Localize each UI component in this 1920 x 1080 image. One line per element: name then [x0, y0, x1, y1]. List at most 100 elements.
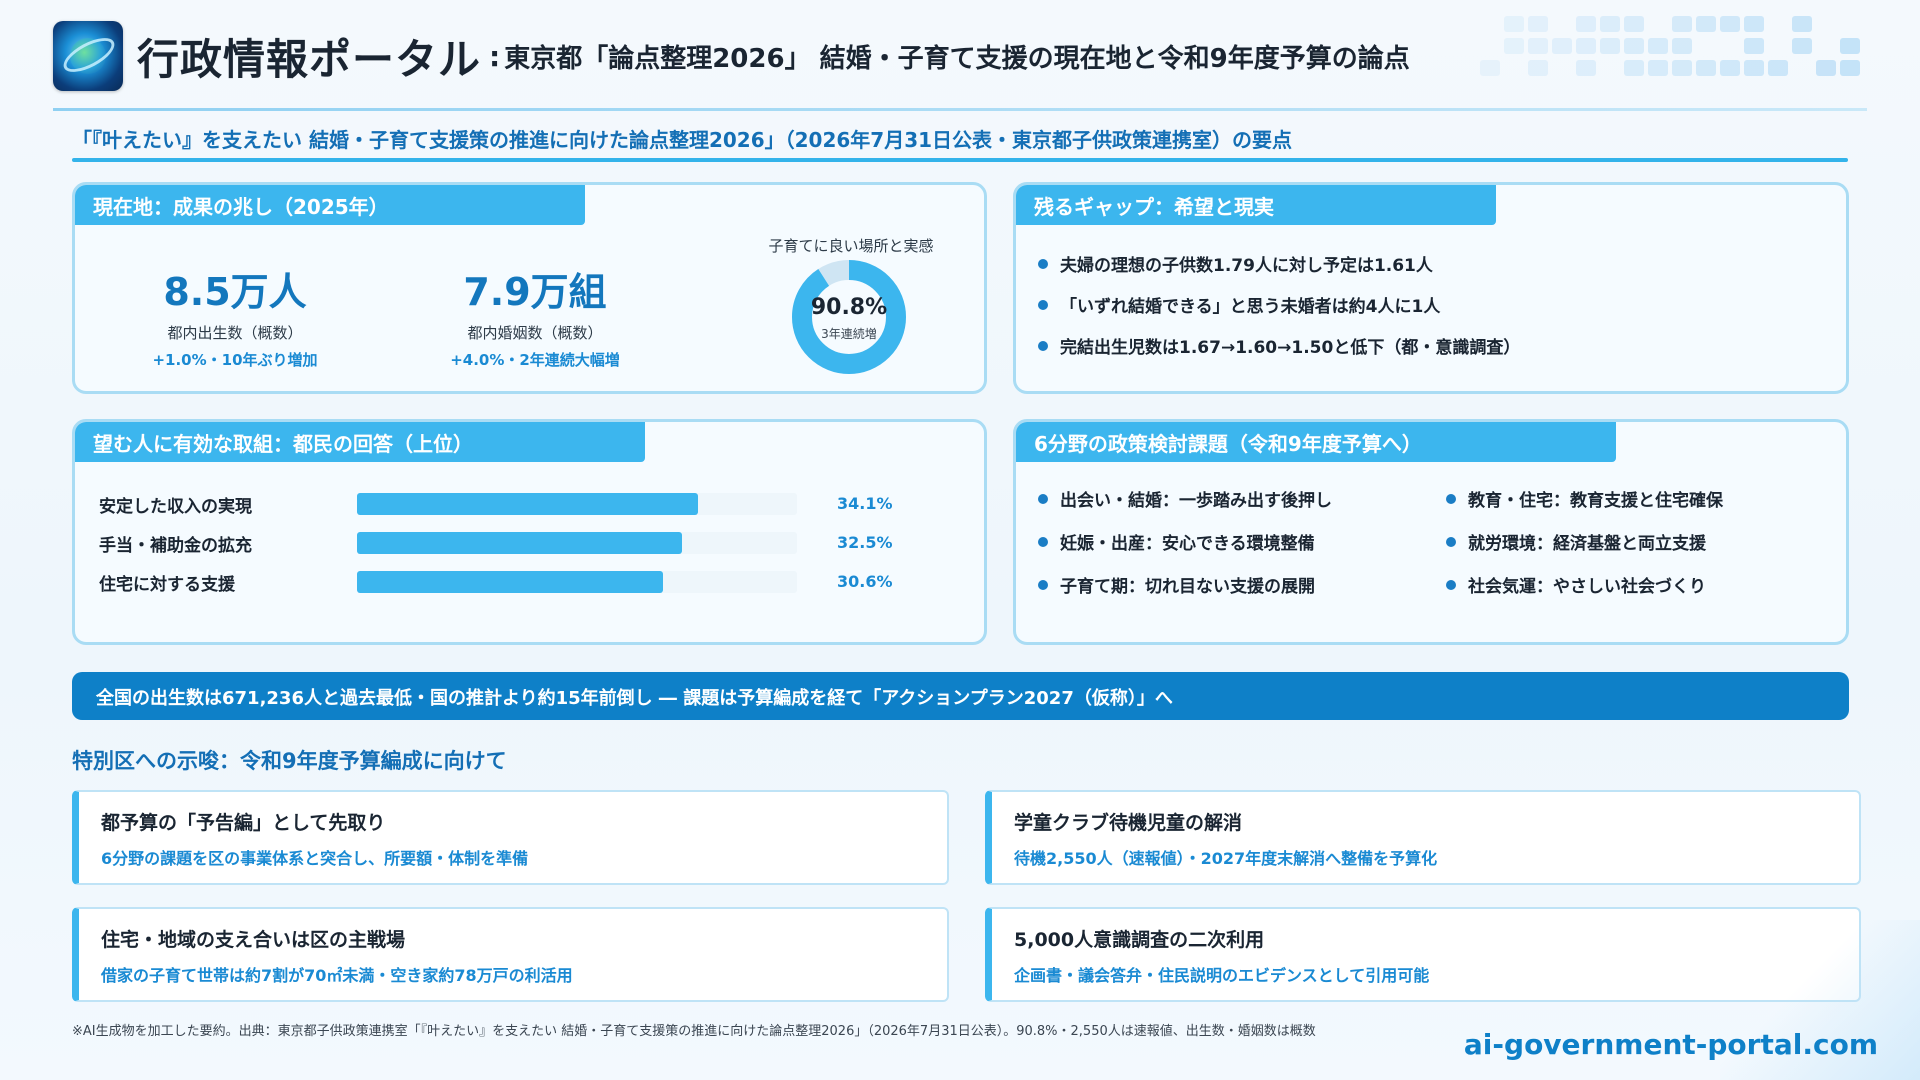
- stat-marriages-value: 7.9万組: [405, 261, 665, 316]
- decorative-tile: [1840, 38, 1860, 54]
- decorative-tile: [1576, 60, 1596, 76]
- policy-list-right: 教育・住宅：教育支援と住宅確保 就労環境：経済基盤と両立支援 社会気運：やさしい…: [1446, 486, 1723, 615]
- bullet-icon: [1038, 494, 1048, 504]
- implication-card: 住宅・地域の支え合いは区の主戦場 借家の子育て世帯は約7割が70㎡未満・空き家約…: [72, 907, 949, 1002]
- bar-track: [357, 571, 797, 593]
- decorative-tile: [1720, 16, 1740, 32]
- list-item: 就労環境：経済基盤と両立支援: [1446, 529, 1723, 554]
- bar-row: 安定した収入の実現 34.1%: [99, 490, 959, 516]
- decorative-tile: [1600, 38, 1620, 54]
- portal-logo-globe-icon[interactable]: [53, 21, 123, 91]
- decorative-tile: [1528, 60, 1548, 76]
- decorative-tile: [1576, 16, 1596, 32]
- implication-detail: 6分野の課題を区の事業体系と突合し、所要額・体制を準備: [101, 845, 925, 869]
- bullet-icon: [1038, 580, 1048, 590]
- remaining-gap-card: 残るギャップ：希望と現実 夫婦の理想の子供数1.79人に対し予定は1.61人 「…: [1013, 182, 1849, 394]
- stat-marriages-label: 都内婚姻数（概数）: [405, 322, 665, 343]
- bar-row: 手当・補助金の拡充 32.5%: [99, 529, 959, 555]
- source-footnote: ※AI生成物を加工した要約。出典：東京都子供政策連携室「『叶えたい』を支えたい …: [72, 1020, 1316, 1039]
- decorative-tile: [1840, 60, 1860, 76]
- implication-detail: 借家の子育て世帯は約7割が70㎡未満・空き家約78万戸の利活用: [101, 962, 925, 986]
- gap-item-text: 完結出生児数は1.67→1.60→1.50と低下（都・意識調査）: [1060, 333, 1520, 358]
- stat-marriages-change: +4.0%・2年連続大幅増: [405, 349, 665, 370]
- decorative-tile: [1648, 60, 1668, 76]
- decorative-tile: [1768, 60, 1788, 76]
- bullet-icon: [1038, 300, 1048, 310]
- list-item: 子育て期：切れ目ない支援の展開: [1038, 572, 1332, 597]
- bar-fill: [357, 571, 663, 593]
- decorative-tile: [1624, 16, 1644, 32]
- list-item: 「いずれ結婚できる」と思う未婚者は約4人に1人: [1038, 292, 1520, 317]
- bullet-icon: [1446, 537, 1456, 547]
- implication-detail: 企画書・議会答弁・住民説明のエビデンスとして引用可能: [1014, 962, 1837, 986]
- list-item: 完結出生児数は1.67→1.60→1.50と低下（都・意識調査）: [1038, 333, 1520, 358]
- gap-list: 夫婦の理想の子供数1.79人に対し予定は1.61人 「いずれ結婚できる」と思う未…: [1038, 251, 1520, 374]
- list-item: 出会い・結婚：一歩踏み出す後押し: [1038, 486, 1332, 511]
- decorative-tile: [1744, 38, 1764, 54]
- summary-underline: [72, 158, 1848, 162]
- policy-item-text: 子育て期：切れ目ない支援の展開: [1060, 572, 1315, 597]
- policy-item-text: 就労環境：経済基盤と両立支援: [1468, 529, 1706, 554]
- bar-fill: [357, 493, 698, 515]
- bar-track: [357, 532, 797, 554]
- bar-fill: [357, 532, 682, 554]
- policy-item-text: 教育・住宅：教育支援と住宅確保: [1468, 486, 1723, 511]
- decorative-tile: [1480, 60, 1500, 76]
- header-divider: [53, 108, 1867, 111]
- portal-brand[interactable]: 行政情報ポータル: [137, 26, 481, 87]
- bar-row: 住宅に対する支援 30.6%: [99, 568, 959, 594]
- decorative-tile: [1672, 60, 1692, 76]
- bar-value: 32.5%: [837, 533, 893, 552]
- page-title: 東京都「論点整理2026」 結婚・子育て支援の現在地と令和9年度予算の論点: [504, 38, 1410, 75]
- decorative-tile: [1576, 38, 1596, 54]
- list-item: 夫婦の理想の子供数1.79人に対し予定は1.61人: [1038, 251, 1520, 276]
- stat-births-change: +1.0%・10年ぶり増加: [105, 349, 365, 370]
- bullet-icon: [1446, 580, 1456, 590]
- bar-label: 手当・補助金の拡充: [99, 531, 252, 556]
- decorative-tile: [1600, 16, 1620, 32]
- implication-heading: 学童クラブ待機児童の解消: [1014, 808, 1837, 835]
- implication-card: 都予算の「予告編」として先取り 6分野の課題を区の事業体系と突合し、所要額・体制…: [72, 790, 949, 885]
- bar-label: 住宅に対する支援: [99, 570, 235, 595]
- bar-label: 安定した収入の実現: [99, 492, 252, 517]
- bar-value: 34.1%: [837, 494, 893, 513]
- site-url-link[interactable]: ai-government-portal.com: [1464, 1028, 1878, 1061]
- six-policy-areas-card: 6分野の政策検討課題（令和9年度予算へ） 出会い・結婚：一歩踏み出す後押し 妊娠…: [1013, 419, 1849, 645]
- decorative-tile: [1528, 16, 1548, 32]
- gap-item-text: 「いずれ結婚できる」と思う未婚者は約4人に1人: [1060, 292, 1440, 317]
- decorative-tile: [1792, 38, 1812, 54]
- bullet-icon: [1038, 537, 1048, 547]
- remaining-gap-tab: 残るギャップ：希望と現実: [1016, 185, 1496, 225]
- policy-item-text: 社会気運：やさしい社会づくり: [1468, 572, 1706, 597]
- decorative-tile: [1744, 16, 1764, 32]
- satisfaction-donut: 90.8% 3年連続増: [789, 257, 909, 377]
- list-item: 妊娠・出産：安心できる環境整備: [1038, 529, 1332, 554]
- national-births-banner: 全国の出生数は671,236人と過去最低・国の推計より約15年前倒し ― 課題は…: [72, 672, 1849, 720]
- list-item: 教育・住宅：教育支援と住宅確保: [1446, 486, 1723, 511]
- decorative-tile: [1696, 16, 1716, 32]
- implication-heading: 5,000人意識調査の二次利用: [1014, 925, 1837, 952]
- donut-note: 3年連続増: [789, 325, 909, 342]
- bar-track: [357, 493, 797, 515]
- list-item: 社会気運：やさしい社会づくり: [1446, 572, 1723, 597]
- decorative-tile: [1672, 38, 1692, 54]
- bullet-icon: [1446, 494, 1456, 504]
- effective-measures-tab: 望む人に有効な取組：都民の回答（上位）: [75, 422, 645, 462]
- decorative-tile-pattern: [1480, 16, 1860, 88]
- implication-heading: 都予算の「予告編」として先取り: [101, 808, 925, 835]
- donut-title: 子育てに良い場所と実感: [751, 235, 951, 256]
- bullet-icon: [1038, 259, 1048, 269]
- summary-heading: 「『叶えたい』を支えたい 結婚・子育て支援策の推進に向けた論点整理2026」（2…: [72, 124, 1848, 153]
- decorative-tile: [1504, 16, 1524, 32]
- implications-title: 特別区への示唆：令和9年度予算編成に向けて: [72, 745, 507, 775]
- decorative-tile: [1648, 38, 1668, 54]
- decorative-tile: [1696, 60, 1716, 76]
- bar-value: 30.6%: [837, 572, 893, 591]
- decorative-tile: [1504, 38, 1524, 54]
- decorative-tile: [1744, 60, 1764, 76]
- decorative-tile: [1720, 60, 1740, 76]
- decorative-tile: [1528, 38, 1548, 54]
- donut-value: 90.8%: [789, 295, 909, 320]
- implication-detail: 待機2,550人（速報値）・2027年度末解消へ整備を予算化: [1014, 845, 1837, 869]
- six-policy-areas-tab: 6分野の政策検討課題（令和9年度予算へ）: [1016, 422, 1616, 462]
